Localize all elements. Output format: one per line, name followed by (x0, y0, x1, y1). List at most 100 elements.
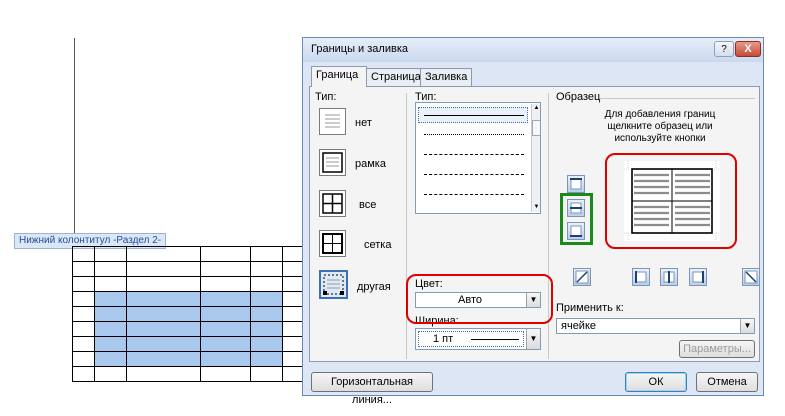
scroll-down-icon[interactable]: ▼ (532, 203, 540, 212)
table-cell[interactable] (94, 261, 127, 277)
setting-none-option[interactable] (319, 108, 346, 135)
setting-grid-option[interactable] (319, 230, 346, 257)
setting-group-label: Тип: (315, 91, 337, 103)
table-cell-selected[interactable] (200, 321, 251, 337)
table-cell[interactable] (72, 306, 95, 322)
table-cell[interactable] (200, 246, 251, 262)
table-cell[interactable] (94, 276, 127, 292)
setting-box-label[interactable]: рамка (355, 158, 386, 170)
top-border-button[interactable] (567, 175, 585, 193)
setting-box-option[interactable] (319, 149, 346, 176)
style-list-scrollbar[interactable]: ▲ ▼ (531, 104, 540, 212)
setting-custom-option[interactable] (319, 270, 348, 299)
dialog-title: Границы и заливка (311, 43, 408, 55)
table-cell[interactable] (94, 366, 127, 382)
table-cell-selected[interactable] (94, 336, 127, 352)
table-cell-selected[interactable] (94, 306, 127, 322)
preview-hint: Для добавления границ щелкните образец и… (604, 109, 716, 144)
table-cell[interactable] (250, 276, 283, 292)
table-cell-selected[interactable] (94, 291, 127, 307)
table-row (72, 321, 305, 337)
tab-border[interactable]: Граница (311, 66, 367, 87)
document-margin-line (74, 38, 75, 238)
table-cell[interactable] (72, 246, 95, 262)
table-cell[interactable] (126, 276, 201, 292)
width-dropdown[interactable]: 1 пт ▼ (415, 328, 541, 350)
table-cell[interactable] (72, 336, 95, 352)
table-cell-selected[interactable] (94, 351, 127, 367)
border-none-icon (325, 114, 340, 128)
setting-all-option[interactable] (319, 190, 346, 217)
table-cell-selected[interactable] (250, 306, 283, 322)
table-cell[interactable] (250, 261, 283, 277)
table-row (72, 336, 305, 352)
tab-page-border[interactable]: Страница (366, 68, 421, 86)
apply-to-label: Применить к: (556, 302, 624, 314)
chevron-down-icon[interactable]: ▼ (526, 329, 540, 349)
inside-vertical-border-button[interactable] (660, 268, 678, 286)
help-button[interactable]: ? (714, 41, 734, 57)
ok-button[interactable]: ОК (625, 372, 687, 392)
table-cell-selected[interactable] (200, 351, 251, 367)
table-cell-selected[interactable] (250, 291, 283, 307)
table-cell[interactable] (72, 321, 95, 337)
setting-all-label[interactable]: все (359, 199, 376, 211)
table-cell-selected[interactable] (126, 321, 201, 337)
tab-shading[interactable]: Заливка (420, 68, 472, 86)
diagonal-up-border-button[interactable] (573, 268, 591, 286)
horizontal-line-button[interactable]: Горизонтальная линия... (311, 372, 433, 406)
close-button[interactable]: X (735, 41, 761, 57)
table-cell[interactable] (200, 276, 251, 292)
table-cell-selected[interactable] (126, 291, 201, 307)
table-cell-selected[interactable] (126, 351, 201, 367)
apply-to-dropdown[interactable]: ячейке ▼ (556, 318, 755, 334)
setting-custom-label[interactable]: другая (357, 281, 391, 293)
table-cell[interactable] (72, 351, 95, 367)
options-button[interactable]: Параметры... (679, 340, 755, 358)
table-cell[interactable] (126, 246, 201, 262)
style-dashed-line[interactable] (424, 154, 524, 155)
border-box-icon (322, 152, 343, 173)
table-cell-selected[interactable] (94, 321, 127, 337)
borders-and-shading-dialog: Границы и заливка ? X Граница Страница З… (302, 37, 764, 406)
table-cell-selected[interactable] (200, 291, 251, 307)
setting-grid-label[interactable]: сетка (364, 239, 391, 251)
left-border-button[interactable] (632, 268, 650, 286)
border-top-icon (570, 178, 582, 190)
scroll-thumb[interactable] (532, 120, 540, 136)
cancel-button[interactable]: Отмена (696, 372, 758, 392)
right-border-button[interactable] (689, 268, 707, 286)
border-diagonal-down-icon (744, 270, 758, 284)
style-solid-line[interactable] (424, 115, 524, 116)
table-cell[interactable] (94, 246, 127, 262)
table-cell[interactable] (72, 291, 95, 307)
table-cell-selected[interactable] (126, 306, 201, 322)
style-long-dash-line[interactable] (424, 174, 524, 175)
table-cell[interactable] (126, 366, 201, 382)
table-cell-selected[interactable] (250, 321, 283, 337)
diagonal-down-border-button[interactable] (742, 268, 760, 286)
style-dotted-line[interactable] (424, 134, 524, 135)
document-table[interactable] (72, 246, 305, 382)
dialog-titlebar[interactable]: Границы и заливка ? X (303, 38, 763, 62)
table-cell-selected[interactable] (126, 336, 201, 352)
style-dash-dot-line[interactable] (424, 194, 524, 195)
table-cell[interactable] (250, 366, 283, 382)
table-cell[interactable] (200, 261, 251, 277)
line-style-list[interactable]: ▲ ▼ (415, 102, 541, 214)
chevron-down-icon[interactable]: ▼ (740, 319, 754, 333)
table-cell[interactable] (72, 261, 95, 277)
table-cell-selected[interactable] (250, 336, 283, 352)
table-cell-selected[interactable] (250, 351, 283, 367)
table-cell-selected[interactable] (200, 336, 251, 352)
table-row (72, 351, 305, 367)
table-cell[interactable] (72, 276, 95, 292)
table-cell[interactable] (250, 246, 283, 262)
setting-none-label[interactable]: нет (355, 117, 372, 129)
table-cell[interactable] (72, 366, 95, 382)
width-line-sample (471, 339, 519, 340)
table-cell[interactable] (200, 366, 251, 382)
table-cell-selected[interactable] (200, 306, 251, 322)
table-cell[interactable] (126, 261, 201, 277)
scroll-up-icon[interactable]: ▲ (532, 104, 540, 113)
